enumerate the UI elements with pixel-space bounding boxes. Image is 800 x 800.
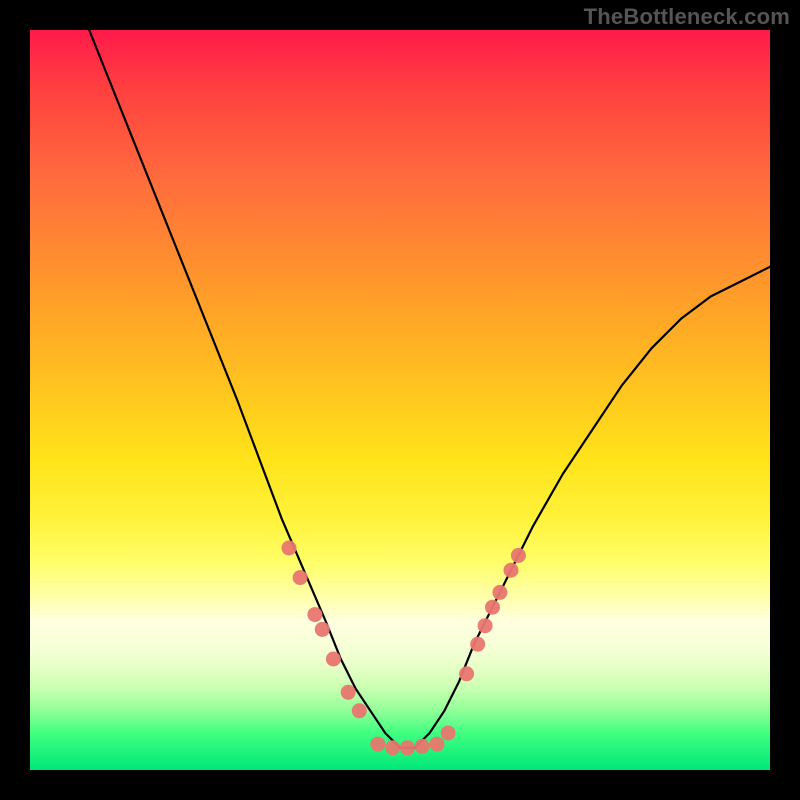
data-marker <box>341 685 356 700</box>
data-marker <box>282 541 297 556</box>
data-marker <box>326 652 341 667</box>
data-marker <box>352 703 367 718</box>
curve-path <box>89 30 770 748</box>
data-marker <box>459 666 474 681</box>
data-marker <box>315 622 330 637</box>
chart-svg <box>30 30 770 770</box>
data-marker <box>400 740 415 755</box>
data-marker <box>492 585 507 600</box>
watermark-text: TheBottleneck.com <box>584 4 790 30</box>
data-marker <box>478 618 493 633</box>
data-marker <box>504 563 519 578</box>
data-marker <box>441 726 456 741</box>
data-marker <box>293 570 308 585</box>
data-marker <box>511 548 526 563</box>
chart-frame: TheBottleneck.com <box>0 0 800 800</box>
data-marker <box>307 607 322 622</box>
marker-group <box>282 541 526 756</box>
data-marker <box>470 637 485 652</box>
plot-area <box>30 30 770 770</box>
data-marker <box>385 740 400 755</box>
data-marker <box>430 737 445 752</box>
data-marker <box>370 737 385 752</box>
data-marker <box>415 739 430 754</box>
data-marker <box>485 600 500 615</box>
curve-line <box>89 30 770 748</box>
